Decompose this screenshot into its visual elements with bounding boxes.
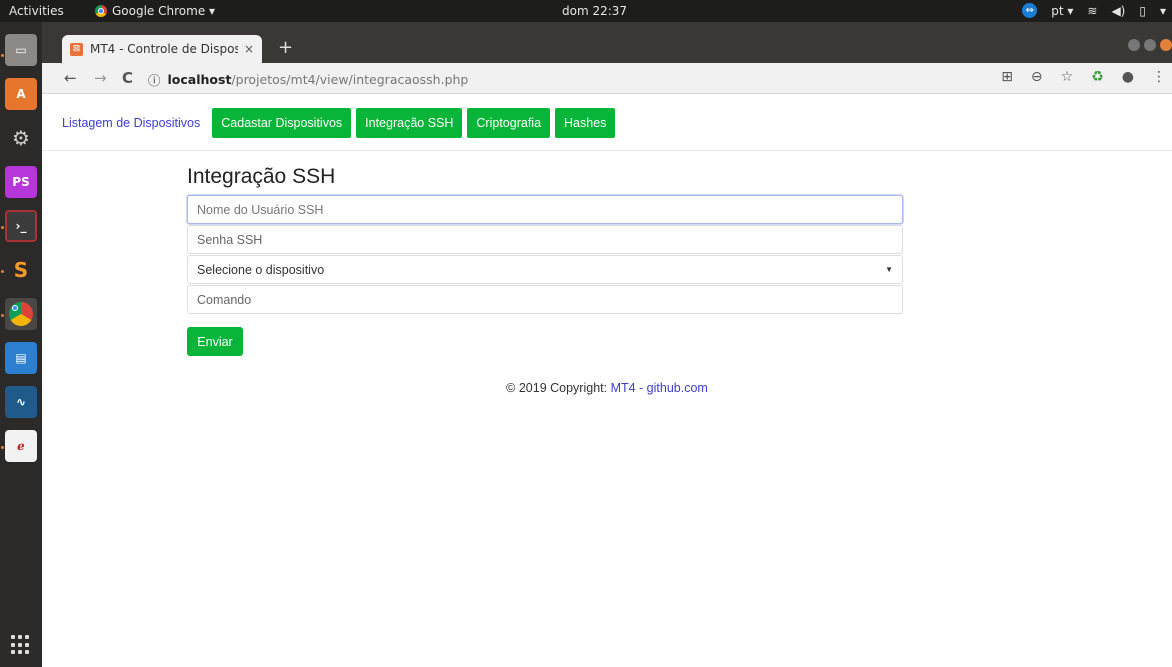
site-info-icon[interactable]: ⓘ (148, 70, 161, 89)
files-icon[interactable]: ▭ (5, 34, 37, 66)
profile-icon[interactable]: ● (1122, 69, 1134, 85)
running-indicator (1, 54, 4, 57)
volume-icon[interactable]: ◀︎) (1111, 4, 1125, 18)
close-window-button[interactable] (1160, 39, 1172, 51)
back-button[interactable]: ← (64, 69, 77, 87)
running-indicator (1, 446, 4, 449)
clock[interactable]: dom 22:37 (562, 4, 627, 18)
footer-copyright: © 2019 Copyright: (506, 381, 611, 395)
activities-button[interactable]: Activities (9, 4, 64, 18)
nav-button-criptografia[interactable]: Criptografia (467, 107, 551, 138)
device-select[interactable]: Selecione o dispositivo ▼ (187, 255, 903, 284)
software-center-icon[interactable]: A (5, 78, 37, 110)
nav-button-cadastrar[interactable]: Cadastar Dispositivos (212, 107, 352, 138)
mysql-workbench-icon[interactable]: ∿ (5, 386, 37, 418)
window-controls (1128, 39, 1172, 51)
close-tab-icon[interactable]: × (244, 42, 254, 56)
terminal-icon[interactable]: ›_ (5, 210, 37, 242)
phpstorm-icon[interactable]: PS (5, 166, 37, 198)
running-indicator (1, 226, 4, 229)
page-navbar: Listagem de Dispositivos Cadastar Dispos… (42, 95, 1172, 151)
browser-toolbar: ← → C ⓘ localhost/projetos/mt4/view/inte… (42, 63, 1172, 94)
nav-button-integracao-ssh[interactable]: Integração SSH (356, 107, 463, 138)
web-page: Listagem de Dispositivos Cadastar Dispos… (42, 95, 1172, 667)
nav-button-hashes[interactable]: Hashes (555, 107, 616, 138)
favicon-icon: ⊠ (70, 42, 83, 56)
new-tab-button[interactable]: + (278, 37, 293, 58)
ssh-username-input[interactable]: Nome do Usuário SSH (187, 195, 903, 224)
launcher: ▭ A ⚙ PS ›_ S ▤ ∿ ℯ (0, 22, 42, 667)
libreoffice-writer-icon[interactable]: ▤ (5, 342, 37, 374)
chrome-icon (95, 5, 107, 17)
bookmark-star-icon[interactable]: ☆ (1061, 69, 1074, 85)
app-menu-label: Google Chrome ▾ (112, 4, 216, 18)
extension-icon[interactable]: ♻ (1091, 69, 1104, 85)
page-title: Integração SSH (187, 165, 336, 188)
command-input[interactable]: Comando (187, 285, 903, 314)
wifi-icon[interactable]: ≋ (1087, 4, 1097, 18)
url-path: /projetos/mt4/view/integracaossh.php (231, 72, 469, 87)
footer-link[interactable]: MT4 - github.com (611, 381, 708, 395)
zoom-icon[interactable]: ⊖ (1031, 69, 1043, 85)
settings-icon[interactable]: ⚙ (5, 122, 37, 154)
battery-icon[interactable]: ▯ (1139, 4, 1146, 18)
translate-icon[interactable]: ⊞ (1001, 69, 1013, 85)
forward-button[interactable]: → (94, 69, 107, 87)
system-menu-icon[interactable]: ▾ (1160, 4, 1166, 18)
minimize-button[interactable] (1128, 39, 1140, 51)
menu-icon[interactable]: ⋮ (1152, 69, 1166, 85)
maximize-button[interactable] (1144, 39, 1156, 51)
address-bar[interactable]: ⓘ localhost/projetos/mt4/view/integracao… (148, 70, 468, 89)
chrome-icon[interactable] (5, 298, 37, 330)
submit-button[interactable]: Enviar (187, 327, 243, 356)
nav-link-listagem[interactable]: Listagem de Dispositivos (62, 116, 200, 130)
browser-tab-strip: ⊠ MT4 - Controle de Disposi × + (42, 22, 1172, 63)
ssh-form: Integração SSH Nome do Usuário SSH Senha… (187, 165, 903, 356)
app-menu[interactable]: Google Chrome ▾ (95, 4, 215, 18)
running-indicator (1, 314, 4, 317)
ssh-password-input[interactable]: Senha SSH (187, 225, 903, 254)
chrome-logo (9, 302, 33, 326)
system-tray[interactable]: ⇔ pt ▾ ≋ ◀︎) ▯ ▾ (1022, 3, 1166, 18)
url-host: localhost (167, 72, 232, 87)
tab-title: MT4 - Controle de Disposi (90, 42, 238, 56)
device-select-value: Selecione o dispositivo (197, 262, 325, 277)
teamviewer-icon[interactable]: ⇔ (1022, 3, 1038, 18)
dropdown-caret-icon: ▼ (885, 265, 893, 274)
running-indicator (1, 270, 4, 273)
show-applications-icon[interactable] (11, 635, 31, 655)
reload-button[interactable]: C (122, 69, 133, 87)
toolbar-actions: ⊞ ⊖ ☆ ♻ ● ⋮ (1001, 69, 1166, 85)
sublime-icon[interactable]: S (5, 254, 37, 286)
browser-tab[interactable]: ⊠ MT4 - Controle de Disposi × (62, 35, 262, 63)
page-footer: © 2019 Copyright: MT4 - github.com (42, 381, 1172, 395)
language-indicator[interactable]: pt ▾ (1051, 4, 1073, 18)
system-top-bar: Activities Google Chrome ▾ dom 22:37 ⇔ p… (0, 0, 1172, 22)
pdf-viewer-icon[interactable]: ℯ (5, 430, 37, 462)
